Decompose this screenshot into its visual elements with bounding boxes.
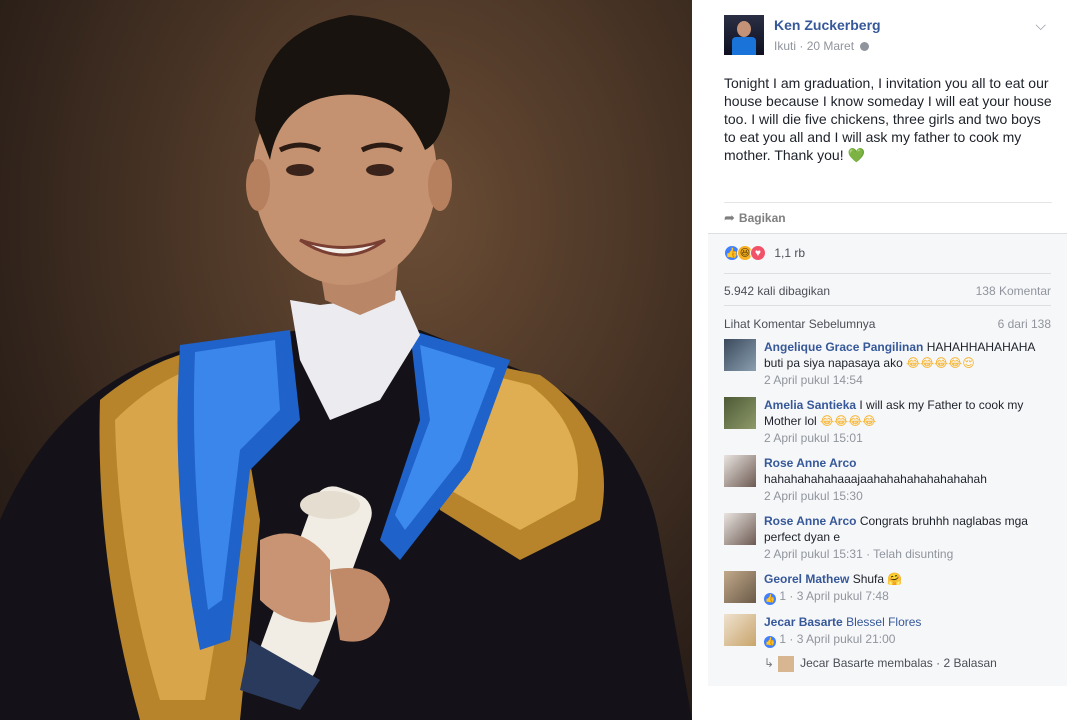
reaction-count: 1,1 rb: [774, 246, 806, 260]
comment-time[interactable]: 2 April pukul 15:01: [764, 430, 1051, 446]
commenter-name[interactable]: Jecar Basarte: [764, 615, 843, 629]
view-previous-comments[interactable]: Lihat Komentar Sebelumnya: [724, 317, 875, 331]
comment-like-count[interactable]: 1: [779, 632, 786, 646]
post-header: Ken Zuckerberg Ikuti · 20 Maret ⌵: [724, 15, 1054, 55]
love-reaction-icon: ♥: [750, 245, 766, 261]
post-date[interactable]: 20 Maret: [807, 39, 854, 53]
tagged-name[interactable]: Blessel Flores: [846, 615, 921, 629]
graduate-photo: [0, 15, 692, 720]
author-avatar[interactable]: [724, 15, 764, 55]
like-icon: 👍: [764, 593, 776, 605]
author-name[interactable]: Ken Zuckerberg: [774, 17, 881, 33]
comment-emojis: 😂😂😂😂: [820, 414, 877, 428]
comment-time[interactable]: 2 April pukul 14:54: [764, 372, 1051, 388]
commenter-avatar[interactable]: [724, 513, 756, 545]
comment-time[interactable]: 2 April pukul 15:31 · Telah disunting: [764, 546, 1051, 562]
replies-link[interactable]: ↳ Jecar Basarte membalas · 2 Balasan: [764, 656, 997, 672]
commenter-name[interactable]: Amelia Santieka: [764, 398, 856, 412]
comment-count[interactable]: 138 Komentar: [976, 284, 1051, 298]
commenter-avatar[interactable]: [724, 571, 756, 603]
commenter-avatar[interactable]: [724, 397, 756, 429]
feedback-section: 👍 😆 ♥ 1,1 rb 5.942 kali dibagikan 138 Kome…: [708, 233, 1067, 686]
comment-emojis: 🤗: [887, 572, 903, 586]
reactions[interactable]: 👍 😆 ♥ 1,1 rb: [724, 245, 805, 263]
post-panel: Ken Zuckerberg Ikuti · 20 Maret ⌵ Tonigh…: [692, 0, 1067, 720]
share-button[interactable]: ➦ Bagikan: [724, 210, 786, 226]
green-heart-emoji: 💚: [847, 147, 865, 163]
comment-emojis: 😂😂😂😂😌: [906, 356, 975, 370]
reply-arrow-icon: ↳: [764, 656, 775, 671]
commenter-name[interactable]: Georel Mathew: [764, 572, 849, 586]
commenter-name[interactable]: Rose Anne Arco: [764, 514, 856, 528]
comment-text: hahahahahahaaajaahahahahahahahahah: [764, 472, 987, 486]
comment-meta: 👍 1 · 3 April pukul 7:48: [764, 589, 889, 605]
chevron-down-icon[interactable]: ⌵: [1035, 17, 1046, 34]
comment-time[interactable]: 3 April pukul 21:00: [797, 632, 896, 646]
globe-icon: [860, 42, 870, 51]
follow-link[interactable]: Ikuti: [774, 39, 796, 53]
comment-like-count[interactable]: 1: [779, 589, 786, 603]
post-photo[interactable]: [0, 0, 692, 720]
post-meta: Ikuti · 20 Maret: [774, 39, 870, 53]
replier-avatar: [778, 656, 795, 672]
comment-text: Shufa: [852, 572, 885, 586]
share-arrow-icon: ➦: [724, 210, 735, 225]
share-count[interactable]: 5.942 kali dibagikan: [724, 284, 830, 298]
commenter-name[interactable]: Angelique Grace Pangilinan: [764, 340, 923, 354]
comment-pager: 6 dari 138: [997, 317, 1051, 331]
comment-time[interactable]: 2 April pukul 15:30: [764, 488, 1051, 504]
post-text: Tonight I am graduation, I invitation yo…: [724, 75, 1052, 163]
comment-time[interactable]: 3 April pukul 7:48: [797, 589, 889, 603]
like-icon: 👍: [764, 636, 776, 648]
commenter-avatar[interactable]: [724, 339, 756, 371]
share-row: ➦ Bagikan: [724, 202, 1052, 232]
commenter-name[interactable]: Rose Anne Arco: [764, 456, 856, 470]
comment-meta: 👍 1 · 3 April pukul 21:00: [764, 632, 896, 648]
commenter-avatar[interactable]: [724, 455, 756, 487]
commenter-avatar[interactable]: [724, 614, 756, 646]
